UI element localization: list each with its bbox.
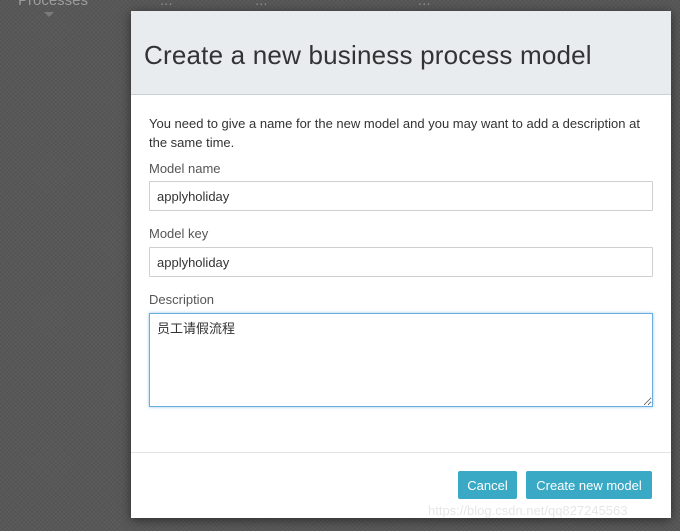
- model-name-label: Model name: [149, 161, 221, 176]
- dialog-title: Create a new business process model: [144, 40, 592, 70]
- cancel-button[interactable]: Cancel: [458, 471, 517, 499]
- watermark: https://blog.csdn.net/qq827245563: [428, 503, 628, 518]
- model-key-input[interactable]: [149, 247, 653, 277]
- bg-tab-processes: Processes: [18, 0, 89, 9]
- bg-tab-4: ...: [418, 0, 431, 9]
- bg-tab-2: ...: [160, 0, 173, 9]
- active-tab-caret-icon: [44, 12, 54, 17]
- create-model-dialog: Create a new business process model You …: [131, 11, 671, 518]
- bg-tab-3: ...: [255, 0, 268, 9]
- dialog-intro-text: You need to give a name for the new mode…: [149, 116, 640, 150]
- description-textarea[interactable]: 员工请假流程: [149, 313, 653, 407]
- create-new-model-button[interactable]: Create new model: [526, 471, 652, 499]
- description-label: Description: [149, 292, 215, 307]
- dialog-header: Create a new business process model: [131, 11, 671, 95]
- model-name-input[interactable]: [149, 181, 653, 211]
- model-key-label: Model key: [149, 226, 209, 241]
